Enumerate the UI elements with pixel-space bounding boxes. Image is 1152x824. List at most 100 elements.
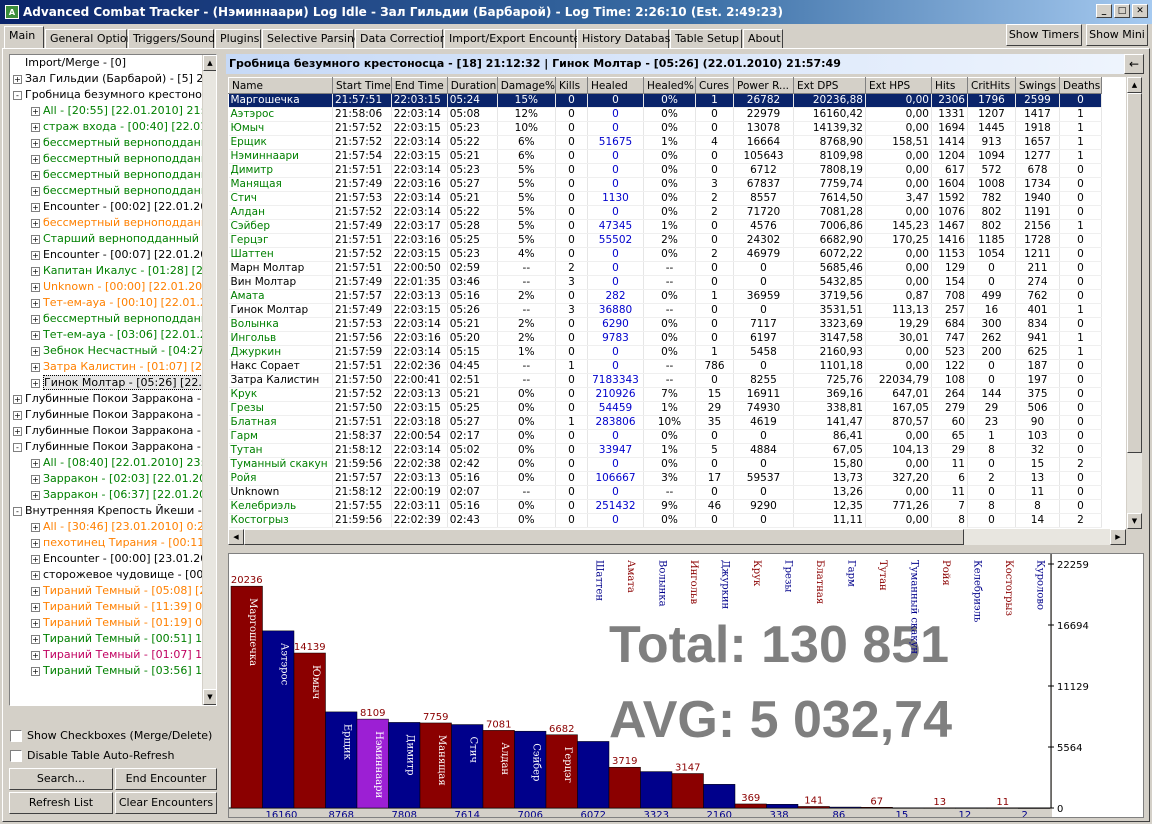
tree-node[interactable]: + Unknown - [00:00] [22.01.2010: [31, 279, 216, 295]
column-header[interactable]: CritHits: [966, 77, 1016, 94]
tree-node[interactable]: + All - [20:55] [22.01.2010] 21:13:: [31, 103, 216, 119]
tab-5[interactable]: Data Correction: [355, 29, 447, 48]
table-row[interactable]: Манящая 21:57:49 22:03:16 05:27 5% 0 0 0% 3 67837…: [228, 177, 1102, 192]
tree-node[interactable]: + Затра Калистин - [01:07] [22.0: [31, 359, 216, 375]
tree-node[interactable]: + Зебнок Несчастный - [04:27]: [31, 343, 209, 359]
tree-scrollbar[interactable]: ▲ ▼: [202, 55, 216, 705]
expand-icon[interactable]: +: [31, 170, 40, 180]
tree-node[interactable]: + Encounter - [00:07] [22.01.2010: [31, 247, 216, 263]
combatant-table[interactable]: Name Start Time End Time Duration Damage% Kil…: [228, 77, 1126, 529]
tree-node[interactable]: + Тираний Темный - [01:07] 1:0: [31, 647, 213, 663]
expand-icon[interactable]: +: [31, 298, 40, 308]
tab-9[interactable]: About: [743, 29, 783, 48]
collapse-icon[interactable]: -: [13, 442, 22, 452]
expand-icon[interactable]: +: [13, 74, 22, 84]
table-row[interactable]: Затра Калистин 21:57:50 22:00:41 02:51 -- 0 71…: [228, 373, 1102, 388]
tree-node[interactable]: + All - [08:40] [22.01.2010] 23:52:: [31, 455, 216, 471]
tree-node[interactable]: + Тет-ем-ауа - [03:06] [22.01.20: [31, 327, 214, 343]
end-encounter-button[interactable]: End Encounter: [115, 768, 217, 790]
collapse-icon[interactable]: -: [13, 90, 22, 100]
table-row[interactable]: Сэйбер 21:57:49 22:03:17 05:28 5% 0 47345 1% 0 45…: [228, 219, 1102, 234]
expand-icon[interactable]: +: [31, 330, 40, 340]
tree-node[interactable]: + Тираний Темный - [00:51] 1:0: [31, 631, 213, 647]
column-header[interactable]: Duration: [446, 77, 498, 94]
table-row[interactable]: Накс Сорает 21:57:51 22:02:36 04:45 -- 1 0 -- 78…: [228, 359, 1102, 374]
minimize-button[interactable]: _: [1096, 4, 1112, 18]
expand-icon[interactable]: +: [31, 362, 40, 372]
table-row[interactable]: Крук 21:57:52 22:03:13 05:21 0% 0 210926 7% 15 16…: [228, 387, 1102, 402]
tree-node[interactable]: + бессмертный верноподданн: [31, 215, 208, 231]
table-row[interactable]: Димитр 21:57:51 22:03:14 05:23 5% 0 0 0% 0 6712 78…: [228, 163, 1102, 178]
column-header[interactable]: Start Time: [332, 77, 392, 94]
table-hscrollbar[interactable]: ◀ ▶: [228, 529, 1126, 545]
tree-node[interactable]: - Внутренняя Крепость Йкеши - [1: [13, 503, 216, 519]
table-row[interactable]: Герцэг 21:57:51 22:03:16 05:25 5% 0 55502 2% 0 24…: [228, 233, 1102, 248]
scroll-up-icon[interactable]: ▲: [1127, 77, 1142, 93]
expand-icon[interactable]: +: [31, 234, 40, 244]
expand-icon[interactable]: +: [31, 554, 40, 564]
table-row[interactable]: Нэминнаари 21:57:54 22:03:15 05:21 6% 0 0 0% 0 10…: [228, 149, 1102, 164]
table-row[interactable]: Джуркин 21:57:59 22:03:14 05:15 1% 0 0 0% 1 5458 2…: [228, 345, 1102, 360]
expand-icon[interactable]: +: [31, 138, 40, 148]
tab-0[interactable]: Main: [4, 26, 44, 48]
encounter-tree[interactable]: Import/Merge - [0] + Зал Гильдии (Барбарой…: [9, 54, 217, 706]
tree-node[interactable]: + бессмертный верноподданн: [31, 151, 208, 167]
tab-8[interactable]: Table Setup: [670, 29, 742, 48]
tab-6[interactable]: Import/Export Encounters: [444, 29, 591, 48]
table-row[interactable]: Ерщик 21:57:52 22:03:14 05:22 6% 0 51675 1% 4 166…: [228, 135, 1102, 150]
column-header[interactable]: Swings: [1014, 77, 1060, 94]
expand-icon[interactable]: +: [31, 618, 40, 628]
expand-icon[interactable]: +: [31, 474, 40, 484]
close-button[interactable]: ✕: [1132, 4, 1148, 18]
table-row[interactable]: Стич 21:57:53 22:03:14 05:21 5% 0 1130 0% 2 8557 7…: [228, 191, 1102, 206]
expand-icon[interactable]: +: [31, 522, 40, 532]
checkbox-icon[interactable]: [10, 729, 22, 742]
tree-node[interactable]: - Глубинные Покои Зарракона - [3: [13, 439, 216, 455]
tree-node[interactable]: + Тираний Темный - [01:19] 0:5: [31, 615, 213, 631]
column-header[interactable]: Name: [228, 77, 333, 94]
table-row[interactable]: Амата 21:57:57 22:03:13 05:16 2% 0 282 0% 1 36959…: [228, 289, 1102, 304]
expand-icon[interactable]: +: [31, 378, 40, 388]
tree-node[interactable]: + сторожевое чудовище - [00:1: [31, 567, 214, 583]
expand-icon[interactable]: +: [31, 282, 40, 292]
expand-icon[interactable]: +: [13, 394, 22, 404]
column-header[interactable]: Cures: [694, 77, 734, 94]
clear-encounters-button[interactable]: Clear Encounters: [115, 792, 217, 814]
expand-icon[interactable]: +: [31, 490, 40, 500]
tab-1[interactable]: General Options: [45, 29, 139, 48]
column-header[interactable]: End Time: [390, 77, 448, 94]
scroll-down-icon[interactable]: ▼: [1127, 513, 1142, 529]
expand-icon[interactable]: +: [31, 202, 40, 212]
column-header[interactable]: Healed: [586, 77, 644, 94]
tab-7[interactable]: History Database: [577, 29, 677, 48]
expand-icon[interactable]: +: [31, 570, 40, 580]
table-row[interactable]: Марн Молтар 21:57:51 22:00:50 02:59 -- 2 0 -- 0 0…: [228, 261, 1102, 276]
scroll-down-icon[interactable]: ▼: [203, 689, 216, 705]
tree-node[interactable]: + Глубинные Покои Зарракона - [7: [13, 423, 216, 439]
expand-icon[interactable]: +: [31, 634, 40, 644]
expand-icon[interactable]: +: [31, 250, 40, 260]
tree-node[interactable]: + Капитан Икалус - [01:28] [22.0: [31, 263, 216, 279]
search-button[interactable]: Search...: [9, 768, 113, 790]
tree-node[interactable]: + Зарракон - [02:03] [22.01.2010: [31, 471, 216, 487]
column-header[interactable]: Damage%: [496, 77, 556, 94]
table-row[interactable]: Грезы 21:57:50 22:03:15 05:25 0% 0 54459 1% 29 74…: [228, 401, 1102, 416]
show-checkboxes-option[interactable]: Show Checkboxes (Merge/Delete): [10, 729, 212, 742]
tree-node[interactable]: + Тираний Темный - [03:56] 1:0: [31, 663, 213, 679]
table-row[interactable]: Юмыч 21:57:52 22:03:15 05:23 10% 0 0 0% 0 13078 14…: [228, 121, 1102, 136]
expand-icon[interactable]: +: [31, 650, 40, 660]
tree-node[interactable]: - Гробница безумного крестоносц: [13, 87, 215, 103]
expand-icon[interactable]: +: [31, 186, 40, 196]
tree-node[interactable]: + бессмертный верноподданн: [31, 167, 208, 183]
table-row[interactable]: Ройя 21:57:57 22:03:13 05:16 0% 0 106667 3% 17 59…: [228, 471, 1102, 486]
table-row[interactable]: Келебриэль 21:57:55 22:03:11 05:16 0% 0 251432…: [228, 499, 1102, 514]
expand-icon[interactable]: +: [13, 410, 22, 420]
tree-node[interactable]: + Тет-ем-ауа - [00:10] [22.01.20: [31, 295, 214, 311]
tree-node[interactable]: + Encounter - [00:02] [22.01.2010: [31, 199, 216, 215]
expand-icon[interactable]: +: [31, 106, 40, 116]
table-row[interactable]: Шаттен 21:57:52 22:03:15 05:23 4% 0 0 0% 2 46979 6…: [228, 247, 1102, 262]
tree-node[interactable]: + Гинок Молтар - [05:26] [22.01: [31, 375, 216, 391]
expand-icon[interactable]: +: [31, 602, 40, 612]
expand-icon[interactable]: +: [31, 538, 40, 548]
table-row[interactable]: Гинок Молтар 21:57:49 22:03:15 05:26 -- 3 3688…: [228, 303, 1102, 318]
